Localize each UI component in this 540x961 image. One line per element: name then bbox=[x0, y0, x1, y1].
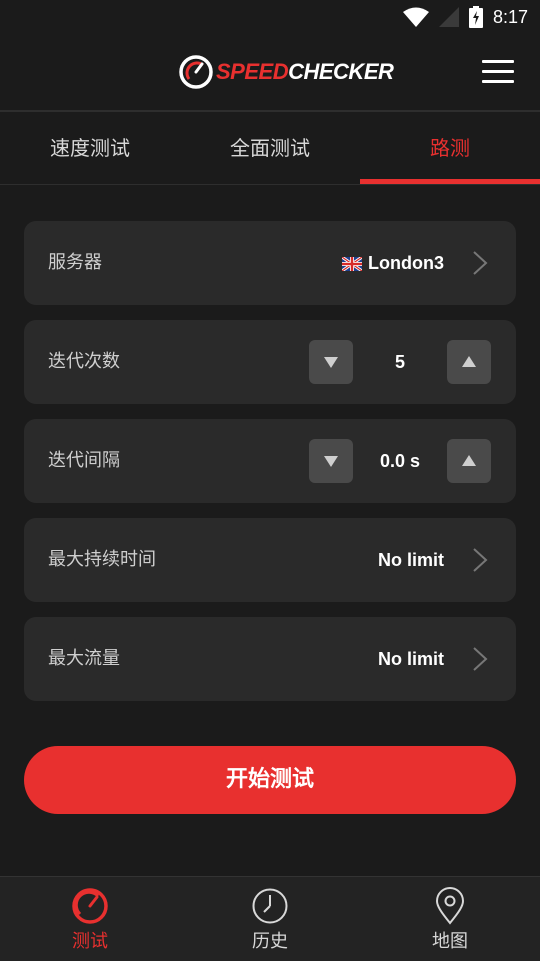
speedometer-logo-icon bbox=[179, 55, 213, 89]
triangle-up-icon bbox=[462, 455, 476, 466]
interval-row: 迭代间隔 0.0 s bbox=[24, 419, 516, 503]
bottom-navigation: 测试 历史 地图 bbox=[0, 876, 540, 961]
server-label: 服务器 bbox=[48, 252, 102, 273]
logo-checker: CHECKER bbox=[288, 59, 394, 84]
interval-decrement-button[interactable] bbox=[309, 439, 353, 483]
max-duration-label: 最大持续时间 bbox=[48, 549, 156, 570]
iterations-row: 迭代次数 5 bbox=[24, 320, 516, 404]
chevron-right-icon bbox=[473, 548, 488, 572]
triangle-up-icon bbox=[462, 356, 476, 367]
iterations-value: 5 bbox=[394, 352, 405, 372]
max-duration-value: No limit bbox=[378, 550, 444, 570]
triangle-down-icon bbox=[324, 357, 338, 368]
status-time: 8:17 bbox=[492, 6, 528, 27]
hamburger-menu-button[interactable] bbox=[482, 60, 514, 86]
nav-map[interactable]: 地图 bbox=[360, 877, 540, 961]
start-test-button[interactable]: 开始测试 bbox=[24, 746, 516, 814]
max-traffic-value: No limit bbox=[378, 649, 444, 669]
tab-speed-test[interactable]: 速度测试 bbox=[0, 112, 180, 184]
speedchecker-logo: SPEEDCHECKER bbox=[178, 54, 394, 90]
test-mode-tabs: 速度测试 全面测试 路测 bbox=[0, 112, 540, 185]
nav-test-label: 测试 bbox=[72, 931, 108, 952]
map-pin-icon bbox=[435, 887, 465, 925]
server-row[interactable]: 服务器 London3 bbox=[24, 221, 516, 305]
tab-full-test[interactable]: 全面测试 bbox=[180, 112, 360, 184]
interval-increment-button[interactable] bbox=[447, 439, 491, 483]
triangle-down-icon bbox=[324, 456, 338, 467]
iterations-increment-button[interactable] bbox=[447, 340, 491, 384]
max-duration-row[interactable]: 最大持续时间 No limit bbox=[24, 518, 516, 602]
logo-text: SPEEDCHECKER bbox=[216, 59, 394, 85]
max-traffic-row[interactable]: 最大流量 No limit bbox=[24, 617, 516, 701]
status-icons: 8:17 bbox=[402, 6, 528, 28]
logo-speed: SPEED bbox=[216, 59, 289, 84]
nav-test[interactable]: 测试 bbox=[0, 877, 180, 961]
nav-history[interactable]: 历史 bbox=[180, 877, 360, 961]
wifi-icon bbox=[402, 7, 429, 27]
interval-label: 迭代间隔 bbox=[48, 450, 120, 471]
interval-value: 0.0 s bbox=[379, 451, 421, 471]
uk-flag-icon bbox=[342, 257, 363, 272]
battery-icon bbox=[468, 6, 483, 28]
iterations-label: 迭代次数 bbox=[48, 351, 120, 372]
iterations-decrement-button[interactable] bbox=[309, 340, 353, 384]
chevron-right-icon bbox=[473, 647, 488, 671]
chevron-right-icon bbox=[473, 251, 488, 275]
server-value: London3 bbox=[342, 221, 444, 305]
nav-map-label: 地图 bbox=[432, 931, 468, 952]
signal-icon bbox=[438, 7, 459, 27]
app-bar: SPEEDCHECKER bbox=[0, 36, 540, 112]
max-traffic-label: 最大流量 bbox=[48, 648, 120, 669]
tab-drive-test[interactable]: 路测 bbox=[360, 112, 540, 184]
speedometer-icon bbox=[72, 888, 108, 924]
menu-icon bbox=[482, 60, 514, 63]
clock-icon bbox=[252, 888, 288, 924]
server-name: London3 bbox=[368, 253, 444, 273]
status-bar: 8:17 bbox=[0, 0, 540, 36]
nav-history-label: 历史 bbox=[252, 931, 288, 952]
